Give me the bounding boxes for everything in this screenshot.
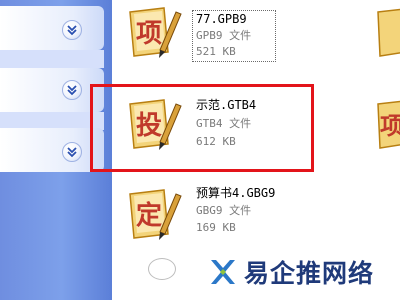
chevron-down-icon[interactable] bbox=[62, 80, 82, 100]
task-pane-section bbox=[0, 68, 104, 112]
file-glyph: 项 bbox=[136, 19, 162, 49]
logo-x-icon bbox=[211, 260, 235, 284]
file-icon[interactable] bbox=[374, 2, 400, 60]
file-glyph: 项 bbox=[380, 112, 400, 140]
watermark: 易企推网络 bbox=[208, 254, 374, 290]
file-icon[interactable]: 项 bbox=[374, 94, 400, 152]
selection-highlight bbox=[90, 84, 314, 172]
file-icon: 定 bbox=[124, 184, 182, 242]
chevron-down-icon[interactable] bbox=[62, 20, 82, 40]
file-glyph: 定 bbox=[136, 200, 162, 231]
stamp-mark bbox=[148, 258, 176, 280]
file-type: GBG9 文件 bbox=[196, 204, 252, 217]
file-icon: 项 bbox=[124, 2, 182, 60]
file-size: 169 KB bbox=[196, 221, 236, 234]
chevron-down-icon[interactable] bbox=[62, 142, 82, 162]
task-pane-section bbox=[0, 6, 104, 50]
watermark-text: 易企推网络 bbox=[244, 259, 375, 288]
file-explorer-window: 项 77.GPB9 GPB9 文件 521 KB 投 示范.GTB4 GTB4 … bbox=[0, 0, 400, 300]
task-pane-section bbox=[0, 128, 104, 172]
focus-outline bbox=[192, 10, 276, 62]
file-name: 预算书4.GBG9 bbox=[196, 186, 276, 200]
task-pane-spacer bbox=[0, 50, 104, 68]
